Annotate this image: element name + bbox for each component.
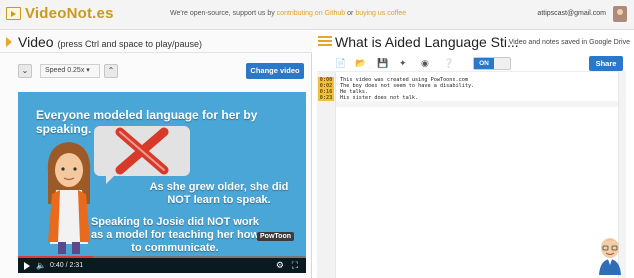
notes-toolbar: 📄 📂 💾 ✦ ◉ ❔ ON (325, 56, 625, 72)
video-time: 0:40 / 2:31 (50, 262, 84, 269)
powtoon-watermark: PowToon (257, 232, 294, 241)
video-control-bar: 🔈 0:40 / 2:31 ⚙ ⛶ (18, 256, 306, 273)
notes-editor[interactable]: 0:00 This video was created using PowToo… (317, 71, 618, 278)
video-panel: Video (press Ctrl and space to play/paus… (0, 31, 312, 278)
new-file-icon[interactable]: 📄 (335, 58, 346, 69)
brand-name: VideoNot.es (25, 5, 114, 22)
sync-toggle-label: ON (474, 58, 494, 69)
avatar[interactable] (613, 6, 627, 22)
github-link[interactable]: contributing on Github (277, 10, 346, 17)
or-text: or (347, 10, 354, 17)
speed-label: Speed (45, 67, 66, 74)
gear-icon[interactable]: ⚙ (276, 260, 284, 271)
sync-toggle[interactable]: ON (473, 57, 511, 70)
video-title: Video (18, 34, 54, 50)
videonotes-logo-icon (6, 7, 21, 20)
note-text: His sister does not talk. (340, 95, 419, 101)
coffee-link[interactable]: buying us coffee (355, 10, 406, 17)
speed-down-button[interactable]: ⌄ (18, 64, 32, 78)
speed-select[interactable]: Speed 0.25x ▾ (40, 64, 100, 78)
brand[interactable]: VideoNot.es (6, 5, 114, 22)
camera-icon[interactable]: ◉ (421, 58, 429, 69)
timestamp-link[interactable]: 0:23 (318, 95, 334, 101)
top-bar: VideoNot.es We're open-source, support u… (0, 0, 634, 30)
play-icon[interactable] (24, 262, 30, 270)
account-email[interactable]: attipscast@gmail.com (537, 10, 606, 17)
active-line-highlight (336, 101, 618, 107)
open-folder-icon[interactable]: 📂 (355, 58, 366, 69)
video-progress-fill (18, 256, 93, 258)
video-player[interactable]: Everyone modeled language for her by spe… (18, 92, 306, 273)
share-button[interactable]: Share (589, 56, 623, 71)
change-video-button[interactable]: Change video (246, 63, 304, 79)
video-progress-bar[interactable] (18, 256, 306, 258)
sync-icon[interactable]: ✦ (399, 58, 407, 69)
chevron-down-icon: ⌄ (21, 66, 29, 75)
dropdown-caret-icon: ▾ (86, 67, 90, 74)
note-line[interactable]: 0:23 His sister does not talk. (317, 95, 618, 101)
notes-panel: What is Aided Language Sti... Video and … (313, 31, 634, 278)
slide-line-3: Speaking to Josie did NOT work as a mode… (90, 216, 260, 254)
chevron-up-icon: ⌃ (107, 66, 115, 75)
help-icon[interactable]: ❔ (443, 58, 454, 69)
red-x-icon (115, 127, 169, 175)
notes-title[interactable]: What is Aided Language Sti... (335, 34, 519, 50)
save-status: Video and notes saved in Google Drive (508, 39, 630, 46)
editor-gutter (317, 72, 336, 278)
open-source-message: We're open-source, support us by contrib… (170, 10, 406, 17)
video-panel-header: Video (press Ctrl and space to play/paus… (0, 31, 312, 53)
video-title-hint: (press Ctrl and space to play/pause) (57, 39, 203, 49)
slide-line-2: As she grew older, she did NOT learn to … (149, 181, 289, 206)
oss-prefix: We're open-source, support us by (170, 10, 275, 17)
fullscreen-icon[interactable]: ⛶ (292, 260, 298, 271)
save-icon[interactable]: 💾 (377, 58, 388, 69)
volume-icon[interactable]: 🔈 (36, 261, 46, 270)
video-panel-title: Video (press Ctrl and space to play/paus… (18, 34, 202, 50)
speed-up-button[interactable]: ⌃ (104, 64, 118, 78)
notes-list-icon (318, 36, 332, 48)
video-controls-row: ⌄ Speed 0.25x ▾ ⌃ Change video (18, 61, 304, 79)
assistant-character-icon[interactable] (596, 235, 624, 275)
speed-value: 0.25x (67, 67, 85, 74)
play-arrow-icon (6, 37, 12, 47)
speech-bubble (94, 126, 190, 184)
